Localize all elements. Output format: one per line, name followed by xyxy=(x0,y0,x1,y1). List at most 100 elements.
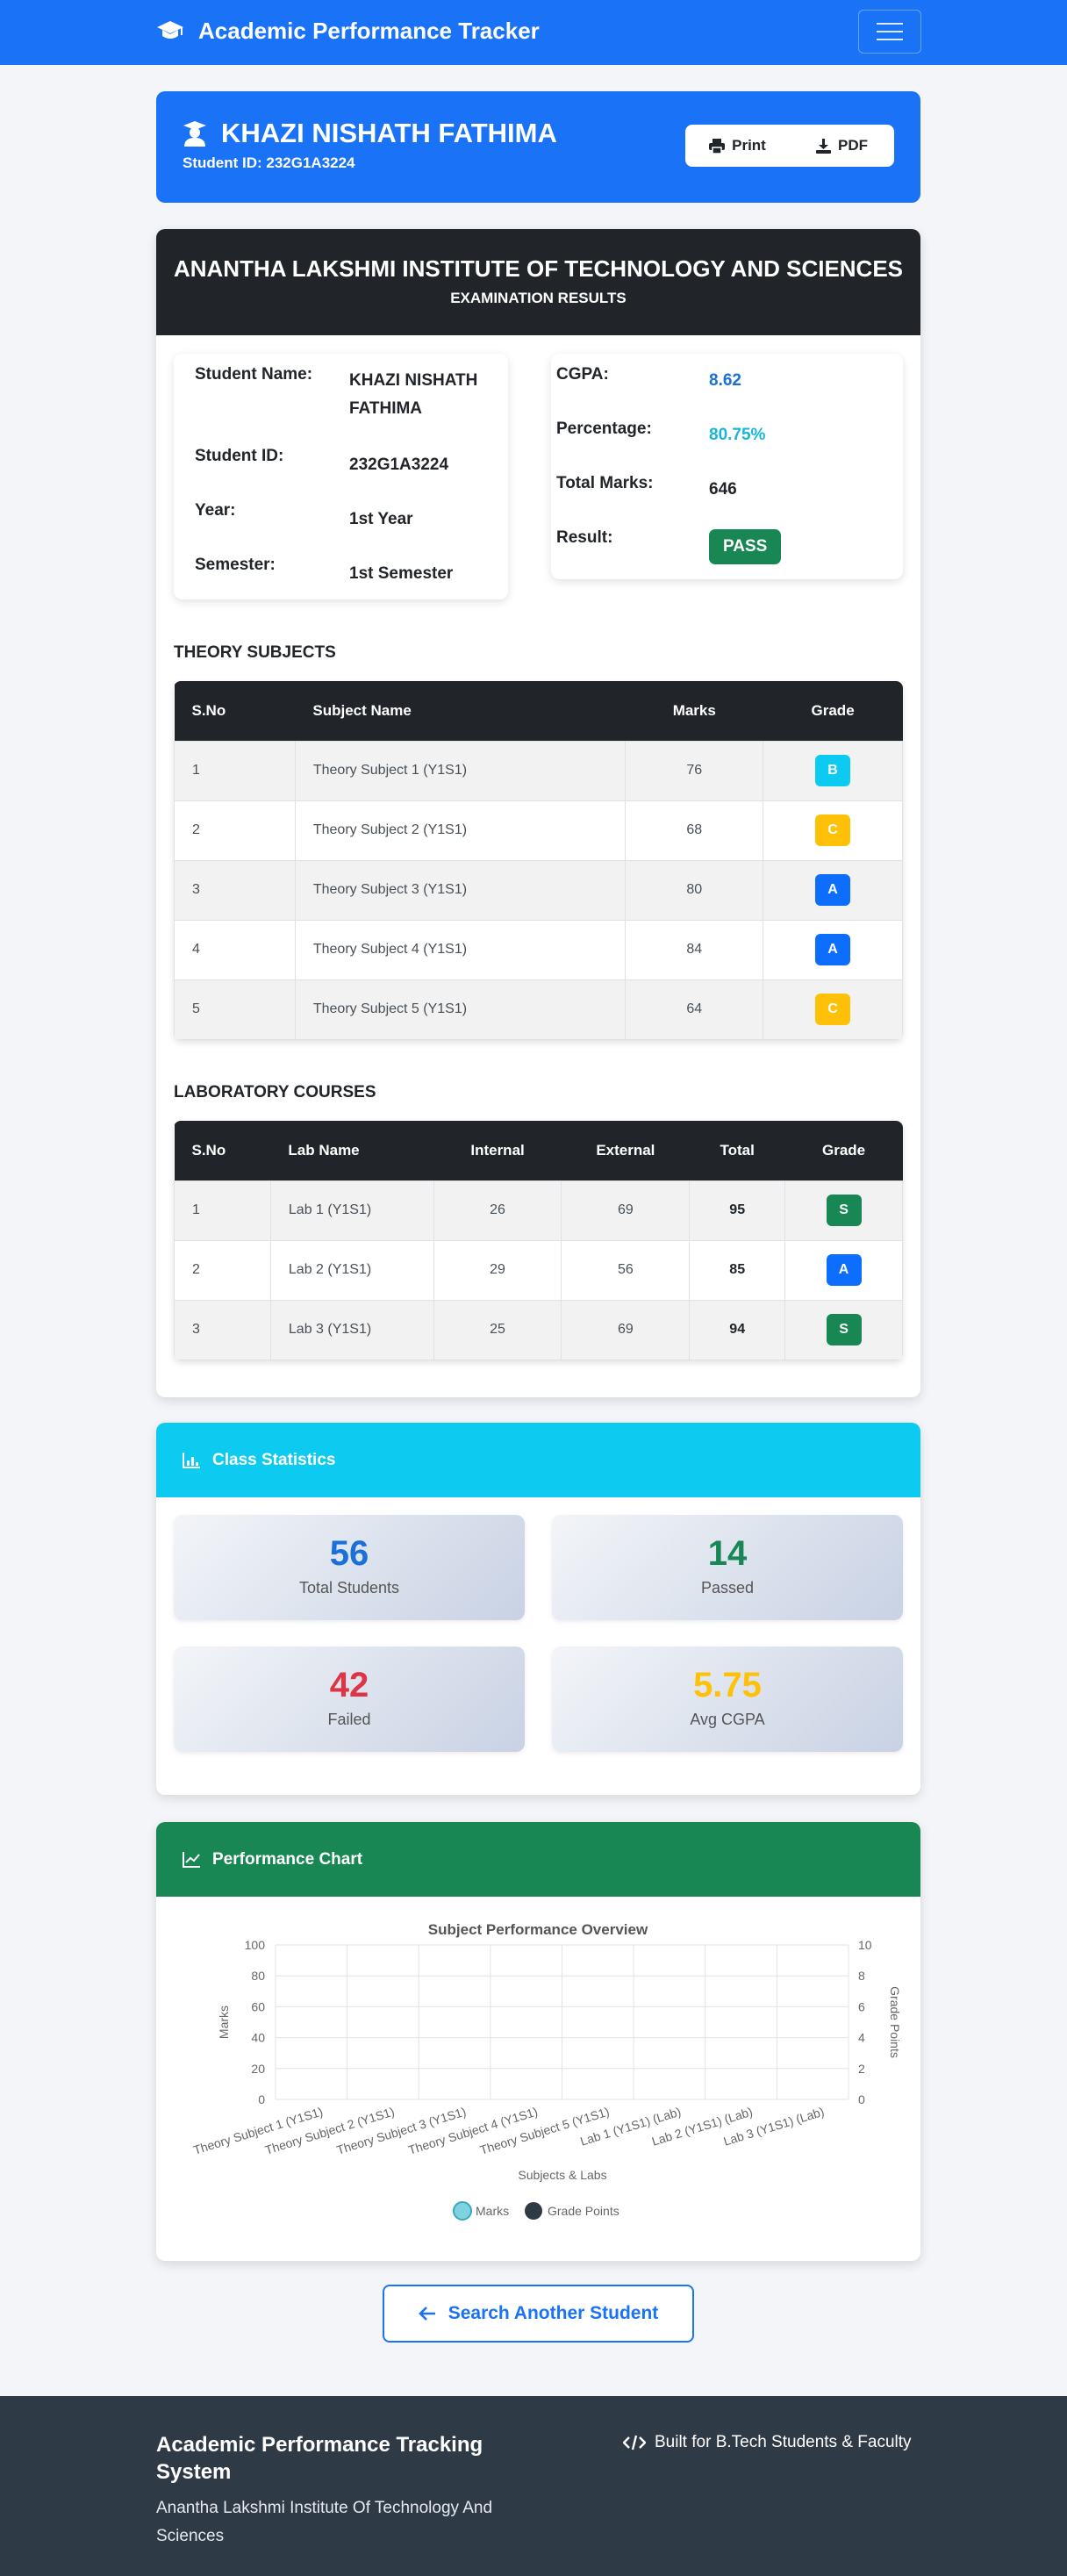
col-grade: Grade xyxy=(811,701,855,719)
student-name-value: KHAZI NISHATH FATHIMA xyxy=(349,367,477,423)
footer-title: Academic Performance Tracking System xyxy=(156,2433,483,2484)
cell-total: 95 xyxy=(689,1180,786,1241)
y2-axis-label: Grade Points xyxy=(888,1986,902,2058)
y2-tick-label: 6 xyxy=(858,1999,865,2013)
lab-table-row: 1 Lab 1 (Y1S1) 26 69 95 S xyxy=(174,1180,903,1241)
brand-link[interactable]: Academic Performance Tracker xyxy=(156,18,540,45)
y2-tick-label: 0 xyxy=(858,2092,865,2106)
stat-label: Passed xyxy=(700,1579,755,1597)
student-name-line1: KHAZI NISHATH xyxy=(349,371,478,390)
student-id: Student ID: 232G1A3224 xyxy=(183,154,355,171)
col-total: Total xyxy=(720,1141,755,1159)
cell-total: 85 xyxy=(689,1239,786,1301)
footer: Academic Performance Tracking System Ana… xyxy=(0,2396,1067,2576)
grade-badge: C xyxy=(815,814,851,846)
graduation-cap-icon xyxy=(157,20,183,39)
performance-chart: Subject Performance Overview 0 0 20 2 40 4 60 6 8… xyxy=(191,1921,902,2221)
cell-internal: 26 xyxy=(433,1180,562,1241)
y-tick-label: 40 xyxy=(251,2031,265,2045)
cell-total: 94 xyxy=(689,1299,786,1360)
lab-table-row: 3 Lab 3 (Y1S1) 25 69 94 S xyxy=(174,1299,903,1360)
student-info-box: Student Name: KHAZI NISHATH FATHIMA Stud… xyxy=(174,354,508,599)
y-tick-label: 80 xyxy=(251,1969,265,1983)
theory-section-title: THEORY SUBJECTS xyxy=(174,643,336,662)
cell-sno: 2 xyxy=(174,800,296,861)
student-name-label: Student Name: xyxy=(195,365,313,384)
results-header: ANANTHA LAKSHMI INSTITUTE OF TECHNOLOGY … xyxy=(156,229,920,335)
y2-tick-label: 8 xyxy=(858,1969,865,1983)
brand-title: Academic Performance Tracker xyxy=(198,18,540,44)
navbar: Academic Performance Tracker xyxy=(0,0,1067,65)
semester-value: 1st Semester xyxy=(349,564,454,583)
search-button-label: Search Another Student xyxy=(448,2303,659,2323)
bar-chart-icon xyxy=(183,1452,200,1468)
navbar-toggle-button[interactable] xyxy=(858,10,921,54)
student-id-value: 232G1A3224 xyxy=(349,456,449,474)
col-marks: Marks xyxy=(672,701,716,719)
performance-chart-header: Performance Chart xyxy=(156,1822,920,1897)
results-card: ANANTHA LAKSHMI INSTITUTE OF TECHNOLOGY … xyxy=(156,229,920,1397)
grade-badge: S xyxy=(826,1314,862,1345)
legend-label-grade-points: Grade Points xyxy=(548,2204,619,2218)
theory-table-row: 1 Theory Subject 1 (Y1S1) 76 B xyxy=(174,740,903,801)
hamburger-line xyxy=(877,31,903,32)
grade-badge: S xyxy=(826,1195,862,1226)
cell-sno: 3 xyxy=(174,1299,271,1360)
col-subject-name: Subject Name xyxy=(312,701,412,719)
cell-subject-name: Theory Subject 4 (Y1S1) xyxy=(294,919,627,980)
cell-grade: S xyxy=(784,1299,903,1360)
cell-external: 69 xyxy=(561,1180,691,1241)
cell-grade: A xyxy=(784,1239,903,1301)
x-axis-label: Subjects & Labs xyxy=(518,2168,606,2182)
cell-sno: 1 xyxy=(174,740,296,801)
cell-subject-name: Theory Subject 1 (Y1S1) xyxy=(294,740,627,801)
lab-table-row: 2 Lab 2 (Y1S1) 29 56 85 A xyxy=(174,1239,903,1301)
theory-table-row: 3 Theory Subject 3 (Y1S1) 80 A xyxy=(174,859,903,921)
cell-marks: 76 xyxy=(625,740,764,801)
class-statistics-title: Class Statistics xyxy=(212,1450,336,1469)
download-icon xyxy=(816,138,831,154)
col-sno: S.No xyxy=(191,701,226,719)
code-icon xyxy=(623,2435,646,2450)
percentage-label: Percentage: xyxy=(556,420,652,438)
theory-table: S.No Subject Name Marks Grade 1 Theory Su… xyxy=(174,681,903,1040)
y2-tick-label: 4 xyxy=(858,2031,865,2045)
print-button[interactable]: Print xyxy=(685,125,790,167)
result-summary-box: CGPA: 8.62 Percentage: 80.75% Total Mark… xyxy=(551,354,903,579)
stat-value: 14 xyxy=(707,1534,748,1573)
cell-external: 56 xyxy=(561,1239,691,1301)
hamburger-icon xyxy=(877,23,903,25)
search-another-student-button[interactable]: Search Another Student xyxy=(383,2285,694,2343)
col-grade: Grade xyxy=(821,1141,866,1159)
col-external: External xyxy=(596,1141,655,1159)
grade-badge: A xyxy=(826,1254,862,1286)
theory-table-row: 2 Theory Subject 2 (Y1S1) 68 C xyxy=(174,800,903,861)
cell-sno: 4 xyxy=(174,919,296,980)
pdf-button[interactable]: PDF xyxy=(790,125,894,167)
class-statistics-header: Class Statistics xyxy=(156,1423,920,1497)
cell-grade: S xyxy=(784,1180,903,1241)
stat-avg-cgpa: 5.75 Avg CGPA xyxy=(552,1647,903,1752)
cell-marks: 68 xyxy=(625,800,764,861)
cell-external: 69 xyxy=(561,1299,691,1360)
col-internal: Internal xyxy=(470,1141,525,1159)
cell-internal: 25 xyxy=(433,1299,562,1360)
y2-tick-label: 10 xyxy=(858,1938,872,1952)
stat-value: 42 xyxy=(329,1666,369,1704)
student-id-label: Student ID: xyxy=(195,447,284,465)
cell-marks: 84 xyxy=(625,919,764,980)
y-axis-label: Marks xyxy=(217,2006,231,2039)
y-tick-label: 20 xyxy=(251,2062,265,2076)
stat-label: Failed xyxy=(327,1711,371,1728)
cgpa-value: 8.62 xyxy=(709,371,741,390)
cell-internal: 29 xyxy=(433,1239,562,1301)
legend-marker-marks xyxy=(453,2201,472,2221)
footer-credit: Built for B.Tech Students & Faculty xyxy=(623,2433,912,2452)
cell-subject-name: Theory Subject 5 (Y1S1) xyxy=(294,979,627,1040)
cell-grade: C xyxy=(763,800,903,861)
stat-value: 56 xyxy=(329,1534,369,1573)
grade-badge: A xyxy=(815,934,851,965)
cell-lab-name: Lab 2 (Y1S1) xyxy=(269,1239,434,1301)
institute-name: ANANTHA LAKSHMI INSTITUTE OF TECHNOLOGY … xyxy=(173,255,904,282)
cell-subject-name: Theory Subject 3 (Y1S1) xyxy=(294,859,627,921)
